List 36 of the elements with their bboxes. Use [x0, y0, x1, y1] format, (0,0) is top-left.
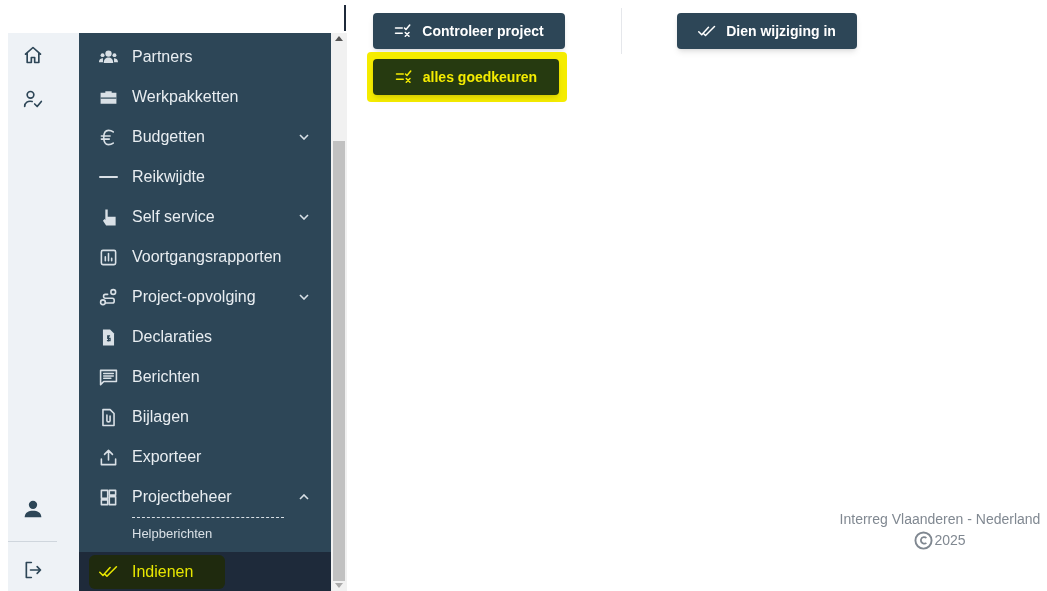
dashboard-icon [99, 487, 118, 507]
scrollbar-thumb[interactable] [333, 141, 345, 581]
nav-item[interactable]: Voortgangsrapporten [99, 240, 309, 274]
nav-subitem[interactable]: Helpberichten [132, 524, 213, 544]
scrollbar[interactable] [331, 33, 347, 591]
home-icon [22, 45, 43, 65]
scroll-up-icon[interactable] [335, 36, 343, 41]
nav-item[interactable]: Declaraties [99, 320, 309, 354]
footer-text: Interreg Vlaanderen - Nederland [839, 510, 1041, 529]
nav-item[interactable]: Partners [99, 40, 309, 74]
action-button[interactable]: Controleer project [373, 13, 565, 49]
nav-item[interactable]: Indienen [89, 554, 225, 589]
route-icon [99, 287, 118, 307]
message-icon [99, 367, 118, 387]
rail-button[interactable] [8, 541, 57, 581]
person-icon [22, 499, 43, 519]
action-button[interactable]: Dien wijziging in [677, 13, 857, 49]
user-check-icon [22, 89, 43, 109]
nav-item[interactable]: Berichten [99, 360, 309, 394]
checklist-icon [394, 22, 413, 40]
nav-item[interactable]: Reikwijdte [99, 160, 309, 194]
nav-item[interactable]: Exporteer [99, 440, 309, 474]
copyright-icon [914, 531, 934, 550]
nav-item[interactable]: Project-opvolging [99, 280, 309, 314]
nav-item[interactable]: Bijlagen [99, 400, 309, 434]
upload-icon [99, 447, 118, 467]
nav-item[interactable]: Projectbeheer [99, 480, 309, 514]
dash-icon [99, 175, 118, 179]
chart-icon [99, 247, 118, 267]
nav-item[interactable]: Werkpakketten [99, 80, 309, 114]
attachment-icon [99, 407, 118, 427]
checklist-icon [394, 68, 413, 86]
nav-item[interactable]: Self service [99, 200, 309, 234]
action-button[interactable]: alles goedkeuren [373, 59, 559, 95]
nav-item[interactable]: Budgetten [99, 120, 309, 154]
copyright-year: 2025 [934, 531, 966, 550]
